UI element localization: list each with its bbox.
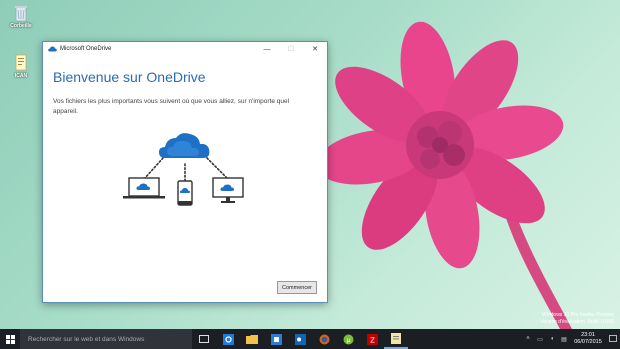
notification-icon <box>609 335 617 342</box>
outlook-icon <box>294 333 306 345</box>
settings-icon <box>222 333 234 345</box>
system-tray: ˄ ▭ ◖ ▤ 23:01 06/07/2015 <box>522 329 620 349</box>
taskbar-app-outlook[interactable] <box>288 329 312 349</box>
onedrive-window: Microsoft OneDrive — ☐ ✕ Bienvenue sur O… <box>42 41 328 303</box>
build-watermark: Windows 10 Pro Insider Preview Version d… <box>540 312 614 325</box>
firefox-icon <box>319 334 329 344</box>
recycle-bin-icon <box>15 6 27 22</box>
folder-document-icon <box>15 54 27 71</box>
taskbar-app-store[interactable] <box>264 329 288 349</box>
utorrent-icon: µ <box>343 334 353 344</box>
action-center-button[interactable] <box>606 329 620 349</box>
onedrive-sync-illustration <box>123 133 244 206</box>
svg-text:µ: µ <box>346 337 350 344</box>
desktop-monitor-icon <box>212 177 244 203</box>
welcome-description: Vos fichiers les plus importants vous su… <box>53 98 290 115</box>
windows-logo-icon <box>5 334 15 344</box>
laptop-icon <box>123 177 165 199</box>
close-button[interactable]: ✕ <box>303 42 327 56</box>
taskbar: Rechercher sur le web et dans Windows µ … <box>0 329 620 349</box>
taskbar-app-filezilla[interactable]: Z <box>360 329 384 349</box>
taskbar-app-utorrent[interactable]: µ <box>336 329 360 349</box>
clock-time: 23:01 <box>581 332 595 338</box>
maximize-button[interactable]: ☐ <box>279 42 303 56</box>
desktop-icon-label: ICAN <box>14 73 28 79</box>
cloud-icon <box>159 133 210 158</box>
watermark-line: Windows 10 Pro Insider Preview <box>542 312 614 318</box>
watermark-line: Version d'évaluation. Build 10158 <box>540 318 614 325</box>
svg-text:Z: Z <box>370 336 375 344</box>
folder-icon <box>246 335 258 344</box>
desktop-icon-recycle-bin[interactable]: Corbeille <box>6 4 36 29</box>
filezilla-icon: Z <box>366 333 378 345</box>
clock[interactable]: 23:01 06/07/2015 <box>570 332 606 346</box>
welcome-heading: Bienvenue sur OneDrive <box>53 69 206 85</box>
start-button[interactable]: Commencer <box>277 281 317 294</box>
taskbar-app-firefox[interactable] <box>312 329 336 349</box>
notepad-icon <box>391 332 401 344</box>
onedrive-cloud-icon <box>48 46 57 52</box>
clock-date: 06/07/2015 <box>574 339 602 345</box>
start-menu-button[interactable] <box>0 329 20 349</box>
taskbar-app-file-explorer[interactable] <box>240 329 264 349</box>
tray-chevron-up-icon[interactable]: ˄ <box>522 329 534 349</box>
keyboard-icon[interactable]: ▤ <box>558 329 570 349</box>
task-view-icon <box>199 335 209 343</box>
taskbar-app-notepad[interactable] <box>384 329 408 349</box>
search-box[interactable]: Rechercher sur le web et dans Windows <box>20 329 192 349</box>
desktop-icon-label: Corbeille <box>10 23 32 29</box>
store-icon <box>270 333 282 345</box>
window-titlebar[interactable]: Microsoft OneDrive — ☐ ✕ <box>43 42 327 56</box>
minimize-button[interactable]: — <box>255 42 279 56</box>
volume-icon[interactable]: ◖ <box>546 329 558 349</box>
task-view-button[interactable] <box>192 329 216 349</box>
network-icon[interactable]: ▭ <box>534 329 546 349</box>
phone-icon <box>177 180 193 206</box>
taskbar-app-settings[interactable] <box>216 329 240 349</box>
desktop-icon-ican[interactable]: ICAN <box>6 54 36 79</box>
desktop: Corbeille ICAN Microsoft OneDrive — ☐ ✕ … <box>0 0 620 329</box>
window-title: Microsoft OneDrive <box>60 46 112 52</box>
